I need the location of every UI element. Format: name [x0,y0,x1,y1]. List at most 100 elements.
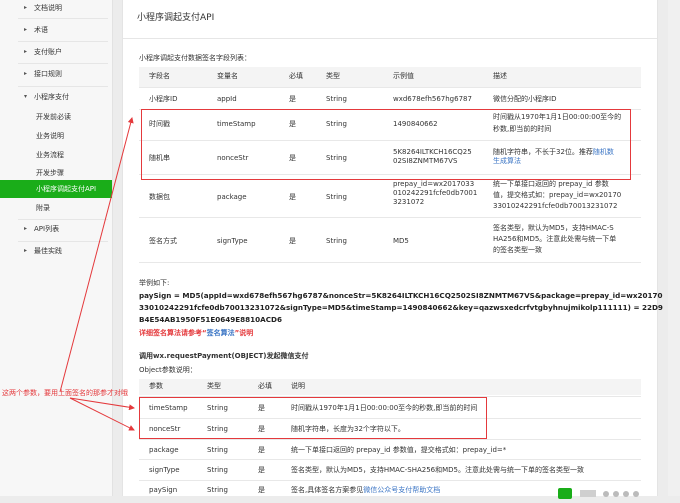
sidebar: ▸ 文档说明 ▸ 术语 ▸ 支付账户 ▸ 接口规则 ▾ 小程序支付 开发前必读 … [0,0,113,496]
sidebar-item-label: 术语 [34,26,48,34]
table-cell: 签名类型，默认为MD5，支持HMAC-SHA256和MD5。注意此处需与统一下单… [291,466,585,474]
table-cell: 是 [289,237,296,245]
table-cell: 微信分配的小程序ID [493,95,557,103]
sidebar-item-label: 支付账户 [34,48,62,56]
main-content: 小程序调起支付API 小程序调起支付数据签名字段列表： 字段名 变量名 必填 类… [122,0,663,496]
table-cell: String [207,466,228,474]
table-header-cell: 说明 [291,382,305,390]
table-cell: 是 [258,446,265,454]
table-header-cell: 必填 [258,382,272,390]
table-cell: 是 [289,193,296,201]
table-cell: 数据包 [149,193,170,201]
table-cell: appId [217,95,237,103]
table-cell: 是 [289,95,296,103]
sidebar-item-account[interactable]: ▸ 支付账户 [0,42,112,62]
table-cell: paySign [149,486,178,494]
sidebar-item-pay-api[interactable]: 小程序调起支付API [0,180,112,198]
divider [139,480,641,481]
table-cell: String [326,95,347,103]
highlight-box [141,109,631,180]
chevron-right-icon: ▸ [24,4,28,11]
table-cell: String [207,486,228,494]
divider [139,217,641,218]
table-cell: 33010242291fcfe0db70013231072 [493,202,618,210]
table-cell: wxd678efh567hg6787 [393,95,472,103]
page-title: 小程序调起支付API [137,13,215,23]
chevron-right-icon: ▸ [24,247,28,254]
divider [139,87,641,88]
help-doc-link[interactable]: 微信公众号支付帮助文档 [363,486,440,494]
table-cell: 签名,具体签名方案参见微信公众号支付帮助文档 [291,486,440,495]
sidebar-item-label: 接口规则 [34,70,62,78]
table-cell: 统一下单接口返回的 prepay_id 参数 [493,180,609,188]
scrollbar[interactable] [668,0,680,496]
table-cell: 签名类型，默认为MD5，支持HMAC-S [493,224,614,232]
sidebar-item-business[interactable]: 业务说明 [0,126,112,146]
annotation-note: 这两个参数，要用上面签名的那参才对哦 [2,389,128,397]
divider [139,459,641,460]
table-cell: HA256和MD5。注意此处需与统一下单 [493,235,617,243]
chevron-right-icon: ▸ [24,225,28,232]
sidebar-item-api-list[interactable]: ▸ API列表 [0,219,112,239]
table-header-cell: 示例值 [393,72,414,80]
sidebar-item-label: 小程序支付 [34,93,69,101]
sidebar-item-label: 最佳实践 [34,247,62,255]
object-caption: Object参数说明： [139,366,197,374]
example-caption: 举例如下: [139,279,170,287]
divider [123,38,657,39]
table-header-cell: 描述 [493,72,507,80]
sidebar-item-label: 小程序调起支付API [36,185,97,193]
sidebar-item-label: 开发前必读 [36,113,71,121]
sidebar-item-flow[interactable]: 业务流程 [0,145,112,165]
sidebar-item-label: 文档说明 [34,4,62,12]
sidebar-item-best-practice[interactable]: ▸ 最佳实践 [0,241,112,261]
code-line: 33010242291fcfe0db70013231072&signType=M… [139,303,663,312]
table-cell: package [217,193,247,201]
sidebar-item-miniprogram-pay[interactable]: ▾ 小程序支付 [0,87,112,107]
section-title: 调用wx.requestPayment(OBJECT)发起微信支付 [139,352,309,360]
table-cell: 是 [258,486,265,494]
table-cell: String [326,237,347,245]
table-header-cell: 必填 [289,72,303,80]
chevron-right-icon: ▸ [24,26,28,33]
sidebar-item-label: API列表 [34,225,60,233]
table-cell: 是 [258,466,265,474]
table-header-cell: 字段名 [149,72,170,80]
corner-toolbar[interactable] [558,484,680,499]
table-cell: signType [217,237,248,245]
table-cell: 的签名类型一致 [493,246,542,254]
table-cell: 值，提交格式如：prepay_id=wx20170 [493,191,622,199]
divider [139,439,641,440]
table-cell: signType [149,466,180,474]
sidebar-item-rules[interactable]: ▸ 接口规则 [0,64,112,84]
detail-note-text-end: ”说明 [234,329,254,337]
sidebar-item-appendix[interactable]: 附录 [0,198,112,218]
sidebar-item-before-dev[interactable]: 开发前必读 [0,107,112,127]
sidebar-item-label: 业务说明 [36,132,64,140]
sign-table-header [139,67,641,87]
code-line: B4E54AB1950F51E0649E8810ACD6 [139,315,282,324]
chevron-right-icon: ▸ [24,70,28,77]
detail-note-text: 详细签名算法请参考“ [139,329,207,337]
table-cell: String [326,193,347,201]
table-cell: package [149,446,179,454]
highlight-box [139,397,487,439]
table-cell: 小程序ID [149,95,178,103]
sidebar-item-label: 附录 [36,204,50,212]
chevron-right-icon: ▸ [24,48,28,55]
wechat-logo-icon [558,488,572,499]
sign-algorithm-link[interactable]: 签名算法 [207,329,235,337]
sidebar-item-doc[interactable]: ▸ 文档说明 [0,0,112,18]
table-cell-text: 签名,具体签名方案参见 [291,486,364,494]
table-cell: 统一下单接口返回的 prepay_id 参数值，提交格式如：prepay_id=… [291,446,507,454]
table-cell: String [207,446,228,454]
table-header-cell: 变量名 [217,72,238,80]
divider [139,262,641,263]
sidebar-item-terms[interactable]: ▸ 术语 [0,20,112,40]
table-cell: prepay_id=wx2017033 010242291fcfe0db7001… [393,180,478,206]
sign-table-caption: 小程序调起支付数据签名字段列表： [139,54,251,62]
table-header-cell: 类型 [207,382,221,390]
sidebar-item-label: 业务流程 [36,151,64,159]
detail-note: 详细签名算法请参考“签名算法”说明 [139,328,253,338]
table-cell: 签名方式 [149,237,177,245]
